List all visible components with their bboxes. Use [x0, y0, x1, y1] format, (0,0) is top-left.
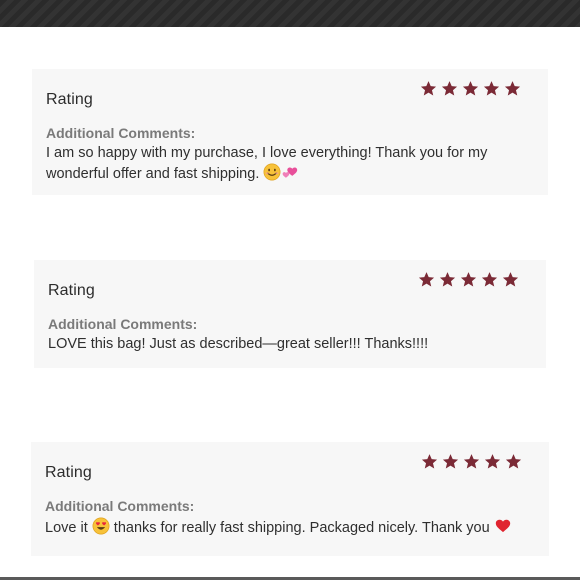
star-icon [439, 271, 456, 288]
comment-text: Love it thanks for really fast shipping.… [45, 517, 525, 538]
star-icon [481, 271, 498, 288]
star-icon [418, 271, 435, 288]
star-icon [462, 80, 479, 97]
comments-label: Additional Comments: [45, 498, 195, 514]
red-heart-icon [494, 517, 512, 535]
review-card: Rating Additional Comments: I am so happ… [32, 69, 548, 195]
star-icon [460, 271, 477, 288]
star-icon [463, 453, 480, 470]
star-icon [484, 453, 501, 470]
comment-part-2: thanks for really fast shipping. Package… [113, 520, 490, 536]
star-rating [418, 271, 519, 288]
review-card: Rating Additional Comments: LOVE this ba… [34, 260, 546, 368]
comment-text: LOVE this bag! Just as described—great s… [48, 336, 429, 352]
top-header-bar [0, 0, 580, 27]
star-icon [505, 453, 522, 470]
star-icon [502, 271, 519, 288]
star-icon [442, 453, 459, 470]
comments-label: Additional Comments: [48, 316, 198, 332]
star-rating [420, 80, 521, 97]
star-icon [504, 80, 521, 97]
rating-label: Rating [45, 464, 92, 481]
star-rating [421, 453, 522, 470]
pink-hearts-icon [281, 163, 299, 181]
heart-eyes-emoji-icon [92, 517, 110, 535]
review-card: Rating Additional Comments: Love it than… [31, 442, 549, 556]
star-icon [421, 453, 438, 470]
comment-part-1: Love it [45, 520, 88, 536]
star-icon [483, 80, 500, 97]
comments-label: Additional Comments: [46, 125, 196, 141]
rating-label: Rating [48, 282, 95, 299]
star-icon [441, 80, 458, 97]
comment-text: I am so happy with my purchase, I love e… [46, 144, 526, 184]
rating-label: Rating [46, 91, 93, 108]
smiling-face-emoji-icon [263, 163, 281, 181]
star-icon [420, 80, 437, 97]
